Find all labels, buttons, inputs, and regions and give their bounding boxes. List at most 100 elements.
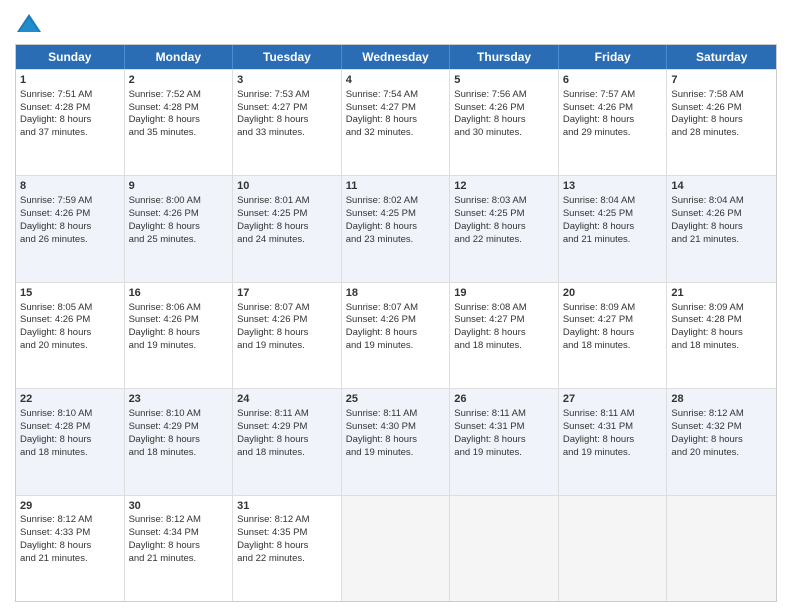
day-info-line: Sunrise: 7:58 AM — [671, 89, 772, 102]
day-info-line: Daylight: 8 hours — [346, 327, 446, 340]
logo — [15, 10, 47, 38]
day-info-line: Daylight: 8 hours — [454, 434, 554, 447]
day-info-line: Daylight: 8 hours — [20, 540, 120, 553]
day-info-line: Daylight: 8 hours — [129, 114, 229, 127]
day-info-line: Sunrise: 7:51 AM — [20, 89, 120, 102]
day-info-line: and 19 minutes. — [454, 447, 554, 460]
day-info-line: and 19 minutes. — [237, 340, 337, 353]
calendar-body: 1Sunrise: 7:51 AMSunset: 4:28 PMDaylight… — [16, 69, 776, 601]
calendar-row: 29Sunrise: 8:12 AMSunset: 4:33 PMDayligh… — [16, 495, 776, 601]
day-info-line: Sunrise: 8:03 AM — [454, 195, 554, 208]
day-info-line: Daylight: 8 hours — [20, 434, 120, 447]
day-number: 12 — [454, 179, 554, 194]
empty-cell — [450, 496, 559, 601]
day-info-line: Sunrise: 8:12 AM — [20, 514, 120, 527]
day-info-line: Daylight: 8 hours — [671, 221, 772, 234]
calendar-row: 8Sunrise: 7:59 AMSunset: 4:26 PMDaylight… — [16, 175, 776, 281]
logo-icon — [15, 10, 43, 38]
day-info-line: and 18 minutes. — [20, 447, 120, 460]
day-cell-2: 2Sunrise: 7:52 AMSunset: 4:28 PMDaylight… — [125, 70, 234, 175]
day-cell-23: 23Sunrise: 8:10 AMSunset: 4:29 PMDayligh… — [125, 389, 234, 494]
day-number: 16 — [129, 286, 229, 301]
day-number: 21 — [671, 286, 772, 301]
day-info-line: Sunset: 4:26 PM — [237, 314, 337, 327]
day-info-line: Sunrise: 8:10 AM — [129, 408, 229, 421]
day-cell-11: 11Sunrise: 8:02 AMSunset: 4:25 PMDayligh… — [342, 176, 451, 281]
day-info-line: Sunrise: 7:57 AM — [563, 89, 663, 102]
day-info-line: Sunset: 4:26 PM — [129, 314, 229, 327]
day-info-line: Daylight: 8 hours — [563, 327, 663, 340]
empty-cell — [342, 496, 451, 601]
day-info-line: Sunset: 4:26 PM — [20, 208, 120, 221]
day-cell-8: 8Sunrise: 7:59 AMSunset: 4:26 PMDaylight… — [16, 176, 125, 281]
day-info-line: and 21 minutes. — [20, 553, 120, 566]
day-info-line: Sunset: 4:25 PM — [454, 208, 554, 221]
day-number: 6 — [563, 73, 663, 88]
day-info-line: Daylight: 8 hours — [563, 114, 663, 127]
day-info-line: Sunrise: 8:11 AM — [346, 408, 446, 421]
day-info-line: Sunrise: 8:09 AM — [563, 302, 663, 315]
day-cell-21: 21Sunrise: 8:09 AMSunset: 4:28 PMDayligh… — [667, 283, 776, 388]
day-cell-12: 12Sunrise: 8:03 AMSunset: 4:25 PMDayligh… — [450, 176, 559, 281]
calendar-row: 15Sunrise: 8:05 AM Sunset: 4:26 PM Dayligh… — [16, 282, 776, 388]
day-info-line: and 24 minutes. — [237, 234, 337, 247]
day-cell-4: 4Sunrise: 7:54 AMSunset: 4:27 PMDaylight… — [342, 70, 451, 175]
day-info-line: Sunrise: 7:53 AM — [237, 89, 337, 102]
day-info-line: Sunset: 4:29 PM — [129, 421, 229, 434]
day-info-line: Sunset: 4:29 PM — [237, 421, 337, 434]
day-info-line: Sunrise: 8:01 AM — [237, 195, 337, 208]
day-number: 27 — [563, 392, 663, 407]
day-cell-14: 14Sunrise: 8:04 AMSunset: 4:26 PMDayligh… — [667, 176, 776, 281]
day-info-line: Sunset: 4:28 PM — [20, 421, 120, 434]
day-number: 18 — [346, 286, 446, 301]
day-info-line: Sunrise: 8:07 AM — [237, 302, 337, 315]
day-info-line: and 18 minutes. — [563, 340, 663, 353]
day-info-line: Daylight: 8 hours — [237, 114, 337, 127]
day-number: 28 — [671, 392, 772, 407]
day-info-line: and 21 minutes. — [563, 234, 663, 247]
day-info-line: Daylight: 8 hours — [20, 114, 120, 127]
day-info-line: and 18 minutes. — [454, 340, 554, 353]
day-number: 15 — [20, 286, 120, 301]
day-info-line: Daylight: 8 hours — [346, 221, 446, 234]
day-info-line: Sunrise: 8:08 AM — [454, 302, 554, 315]
day-info-line: Sunset: 4:34 PM — [129, 527, 229, 540]
header-day-sunday: Sunday — [16, 45, 125, 69]
day-info-line: Sunrise: 8:11 AM — [237, 408, 337, 421]
day-info-line: and 19 minutes. — [563, 447, 663, 460]
day-info-line: Sunrise: 8:00 AM — [129, 195, 229, 208]
day-info-line: and 23 minutes. — [346, 234, 446, 247]
day-info-line: and 19 minutes. — [346, 340, 446, 353]
day-info-line: and 18 minutes. — [129, 447, 229, 460]
day-number: 7 — [671, 73, 772, 88]
day-info-line: Sunset: 4:28 PM — [129, 102, 229, 115]
day-cell-29: 29Sunrise: 8:12 AMSunset: 4:33 PMDayligh… — [16, 496, 125, 601]
empty-cell — [667, 496, 776, 601]
day-info-line: and 20 minutes. — [671, 447, 772, 460]
day-info-line: Daylight: 8 hours — [237, 221, 337, 234]
day-number: 1 — [20, 73, 120, 88]
day-number: 13 — [563, 179, 663, 194]
day-info-line: and 19 minutes. — [129, 340, 229, 353]
day-info-line: and 29 minutes. — [563, 127, 663, 140]
day-cell-22: 22Sunrise: 8:10 AMSunset: 4:28 PMDayligh… — [16, 389, 125, 494]
day-info-line: Sunrise: 8:10 AM — [20, 408, 120, 421]
day-info-line: Sunrise: 8:05 AM — [20, 302, 120, 315]
day-info-line: Sunrise: 8:12 AM — [237, 514, 337, 527]
day-info-line: Sunrise: 8:04 AM — [563, 195, 663, 208]
day-info-line: and 26 minutes. — [20, 234, 120, 247]
day-info-line: and 22 minutes. — [237, 553, 337, 566]
day-cell-10: 10Sunrise: 8:01 AMSunset: 4:25 PMDayligh… — [233, 176, 342, 281]
day-cell-13: 13Sunrise: 8:04 AMSunset: 4:25 PMDayligh… — [559, 176, 668, 281]
day-info-line: and 33 minutes. — [237, 127, 337, 140]
day-info-line: and 30 minutes. — [454, 127, 554, 140]
calendar-row: 22Sunrise: 8:10 AMSunset: 4:28 PMDayligh… — [16, 388, 776, 494]
day-cell-19: 19Sunrise: 8:08 AMSunset: 4:27 PMDayligh… — [450, 283, 559, 388]
day-info-line: Sunrise: 8:11 AM — [454, 408, 554, 421]
day-cell-16: 16Sunrise: 8:06 AMSunset: 4:26 PMDayligh… — [125, 283, 234, 388]
calendar-header: SundayMondayTuesdayWednesdayThursdayFrid… — [16, 45, 776, 69]
day-info-line: Daylight: 8 hours — [563, 221, 663, 234]
page: SundayMondayTuesdayWednesdayThursdayFrid… — [0, 0, 792, 612]
day-info-line: Sunset: 4:30 PM — [346, 421, 446, 434]
day-info-line: Sunrise: 8:11 AM — [563, 408, 663, 421]
